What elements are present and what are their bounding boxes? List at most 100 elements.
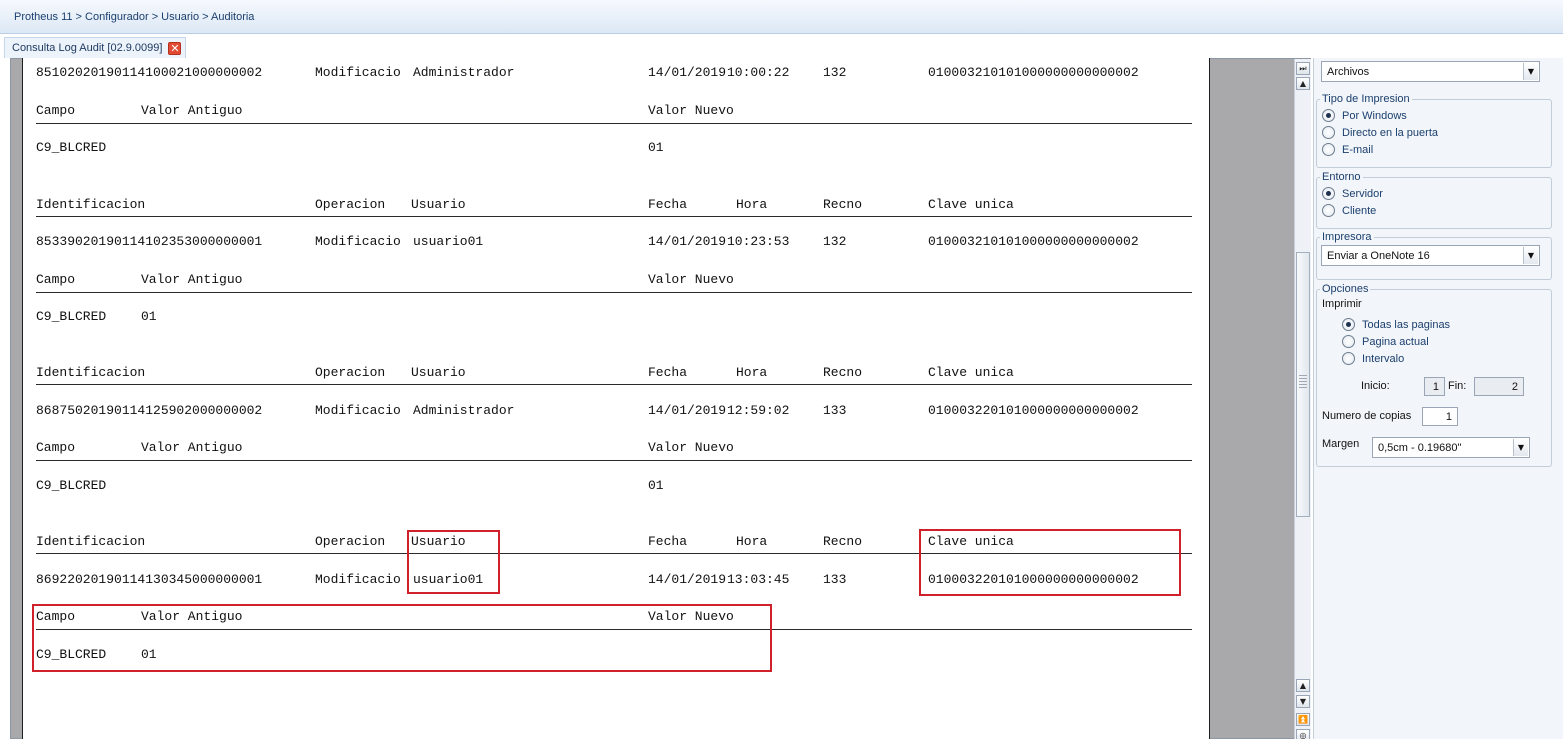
divider xyxy=(36,460,1192,461)
header-col-usuario: Usuario xyxy=(411,365,466,380)
record-usuario: Administrador xyxy=(413,403,515,418)
radio-label: E-mail xyxy=(1342,143,1374,156)
copias-input[interactable]: 1 xyxy=(1422,407,1458,426)
header-col-usuario: Usuario xyxy=(411,197,466,212)
record-fecha: 14/01/2019 xyxy=(648,403,727,418)
record-clave: 010003220101000000000000002 xyxy=(928,403,1139,418)
detail-valor-nuevo: 01 xyxy=(648,140,664,155)
tab-strip: Consulta Log Audit [02.9.0099] ✕ xyxy=(0,34,1563,58)
scroll-thumb[interactable] xyxy=(1296,252,1310,517)
radio-icon[interactable] xyxy=(1322,204,1335,217)
radio-email[interactable]: E-mail xyxy=(1322,143,1373,156)
radio-icon[interactable] xyxy=(1322,126,1335,139)
record-hora: 10:23:53 xyxy=(727,234,790,249)
record-usuario: Administrador xyxy=(413,65,515,80)
scroll-down-icon[interactable]: ▼ xyxy=(1296,695,1310,708)
archivos-select[interactable]: Archivos ▼ xyxy=(1321,61,1540,82)
record-hora: 12:59:02 xyxy=(727,403,790,418)
breadcrumb-bar: Protheus 11 > Configurador > Usuario > A… xyxy=(0,0,1563,34)
record-hora: 13:03:45 xyxy=(727,572,790,587)
detail-campo: C9_BLCRED xyxy=(36,140,107,155)
detail-campo: C9_BLCRED xyxy=(36,309,107,324)
record-operacion: Modificacio xyxy=(315,65,401,80)
radio-selected-icon[interactable] xyxy=(1322,187,1335,200)
scroll-up-icon[interactable]: ▲ xyxy=(1296,679,1310,692)
close-icon[interactable]: ✕ xyxy=(168,41,182,55)
record-clave: 010003210101000000000000002 xyxy=(928,65,1139,80)
radio-icon[interactable] xyxy=(1342,335,1355,348)
detail-valor-nuevo: 01 xyxy=(648,478,664,493)
header-col-recno: Recno xyxy=(823,365,863,380)
record-fecha: 14/01/2019 xyxy=(648,234,727,249)
detail-col-campo: Campo xyxy=(36,272,76,287)
header-col-identificacion: Identificacion xyxy=(36,365,146,380)
opciones-legend: Opciones xyxy=(1320,283,1371,295)
header-col-clave-unica: Clave unica xyxy=(928,197,1014,212)
radio-por-windows[interactable]: Por Windows xyxy=(1322,109,1407,122)
radio-pagina-actual[interactable]: Pagina actual xyxy=(1342,335,1429,348)
header-col-identificacion: Identificacion xyxy=(36,197,146,212)
highlight-usuario xyxy=(407,530,500,594)
preview-scrollbar[interactable]: ⏭ ▲ ▲ ▼ ⏫ ◎ xyxy=(1294,59,1311,739)
header-col-clave-unica: Clave unica xyxy=(928,365,1014,380)
record-operacion: Modificacio xyxy=(315,403,401,418)
record-recno: 132 xyxy=(823,65,847,80)
detail-col-campo: Campo xyxy=(36,103,76,118)
radio-icon[interactable] xyxy=(1322,143,1335,156)
radio-selected-icon[interactable] xyxy=(1322,109,1335,122)
header-col-hora: Hora xyxy=(736,365,768,380)
radio-label: Por Windows xyxy=(1342,109,1407,122)
inicio-label: Inicio: xyxy=(1361,380,1390,392)
chevron-down-icon[interactable]: ▼ xyxy=(1523,247,1538,264)
impresora-legend: Impresora xyxy=(1320,231,1374,243)
record-id: 85339020190114102353000000001 xyxy=(36,234,263,249)
detail-col-valor-antiguo: Valor Antiguo xyxy=(141,440,243,455)
header-col-fecha: Fecha xyxy=(648,365,688,380)
header-col-fecha: Fecha xyxy=(648,534,688,549)
scroll-up-icon[interactable]: ▲ xyxy=(1296,77,1310,90)
imprimir-label: Imprimir xyxy=(1322,298,1362,310)
entorno-legend: Entorno xyxy=(1320,171,1363,183)
fin-input[interactable]: 2 xyxy=(1474,377,1524,396)
record-hora: 10:00:22 xyxy=(727,65,790,80)
tab-label: Consulta Log Audit [02.9.0099] xyxy=(12,42,163,54)
radio-selected-icon[interactable] xyxy=(1342,318,1355,331)
scroll-end-icon[interactable]: ◎ xyxy=(1296,729,1310,739)
radio-label: Intervalo xyxy=(1362,352,1405,365)
detail-valor-antiguo: 01 xyxy=(141,309,157,324)
archivos-select-value: Archivos xyxy=(1327,66,1370,78)
impresora-select[interactable]: Enviar a OneNote 16 ▼ xyxy=(1321,245,1540,266)
entorno-group: Entorno xyxy=(1316,171,1552,229)
radio-label: Pagina actual xyxy=(1362,335,1429,348)
header-col-operacion: Operacion xyxy=(315,534,386,549)
radio-servidor[interactable]: Servidor xyxy=(1322,187,1383,200)
divider xyxy=(36,123,1192,124)
margen-select[interactable]: 0,5cm - 0.19680" ▼ xyxy=(1372,437,1530,458)
header-col-recno: Recno xyxy=(823,534,863,549)
tab-consulta-log-audit[interactable]: Consulta Log Audit [02.9.0099] ✕ xyxy=(4,37,187,58)
radio-todas-paginas[interactable]: Todas las paginas xyxy=(1342,318,1450,331)
scroll-jump-icon[interactable]: ⏫ xyxy=(1296,713,1310,726)
inicio-input[interactable]: 1 xyxy=(1424,377,1445,396)
radio-icon[interactable] xyxy=(1342,352,1355,365)
radio-intervalo[interactable]: Intervalo xyxy=(1342,352,1404,365)
tipo-impresion-legend: Tipo de Impresion xyxy=(1320,93,1412,105)
radio-cliente[interactable]: Cliente xyxy=(1322,204,1376,217)
header-col-recno: Recno xyxy=(823,197,863,212)
scroll-top-icon[interactable]: ⏭ xyxy=(1296,62,1310,75)
record-fecha: 14/01/2019 xyxy=(648,65,727,80)
detail-col-campo: Campo xyxy=(36,440,76,455)
radio-label: Directo en la puerta xyxy=(1342,126,1438,139)
chevron-down-icon[interactable]: ▼ xyxy=(1523,63,1538,80)
detail-col-valor-nuevo: Valor Nuevo xyxy=(648,103,734,118)
breadcrumb[interactable]: Protheus 11 > Configurador > Usuario > A… xyxy=(14,11,254,23)
fin-label: Fin: xyxy=(1448,380,1467,392)
record-id: 86922020190114130345000000001 xyxy=(36,572,263,587)
chevron-down-icon[interactable]: ▼ xyxy=(1513,439,1528,456)
highlight-detail-change xyxy=(32,604,772,672)
record-fecha: 14/01/2019 xyxy=(648,572,727,587)
detail-col-valor-antiguo: Valor Antiguo xyxy=(141,272,243,287)
radio-directo-puerta[interactable]: Directo en la puerta xyxy=(1322,126,1438,139)
detail-col-valor-nuevo: Valor Nuevo xyxy=(648,440,734,455)
header-col-identificacion: Identificacion xyxy=(36,534,146,549)
